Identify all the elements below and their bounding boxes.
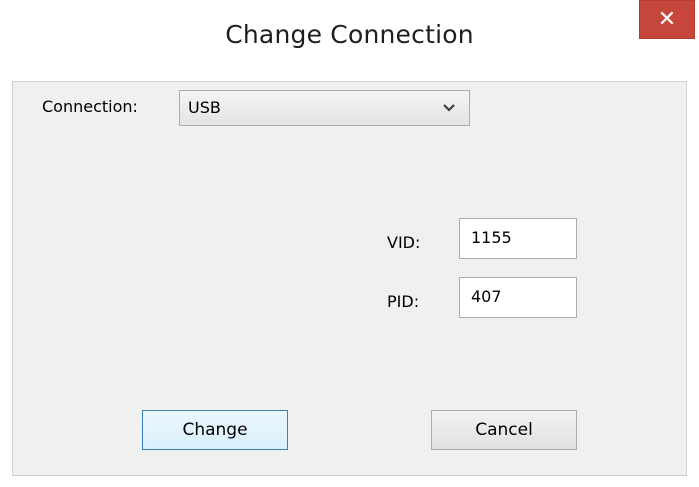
cancel-button[interactable]: Cancel [431, 410, 577, 450]
dialog-title: Change Connection [225, 20, 474, 49]
connection-label: Connection: [42, 97, 138, 116]
vid-label: VID: [387, 233, 421, 252]
change-button[interactable]: Change [142, 410, 288, 450]
close-icon: ✕ [657, 7, 677, 32]
connection-select[interactable]: USB [179, 90, 470, 126]
pid-label: PID: [387, 292, 420, 311]
change-connection-dialog: Change Connection ✕ Connection: USB VID:… [0, 0, 699, 487]
connection-select-value: USB [188, 98, 221, 117]
pid-input[interactable]: 407 [459, 277, 577, 318]
title-bar: Change Connection ✕ [0, 0, 699, 81]
chevron-down-icon [443, 104, 455, 112]
vid-input[interactable]: 1155 [459, 218, 577, 259]
dialog-body: Connection: USB VID: 1155 PID: 407 Chang… [12, 81, 687, 476]
close-button[interactable]: ✕ [639, 0, 695, 39]
